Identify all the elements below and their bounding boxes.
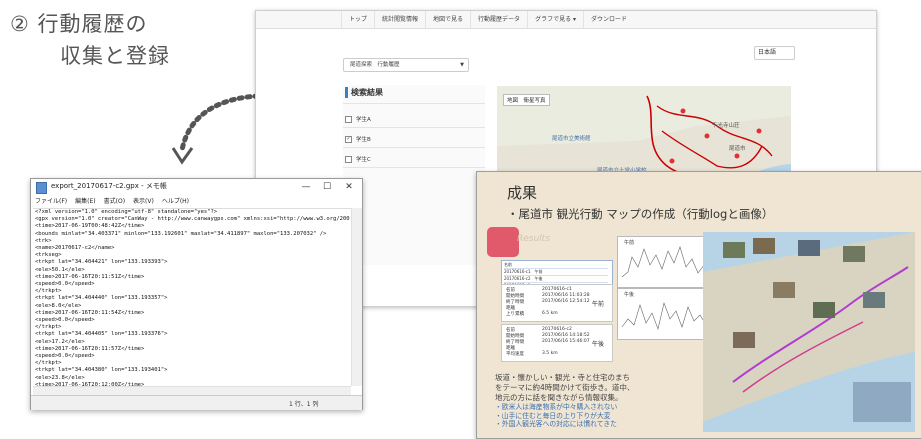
card-tag: 午前 — [591, 301, 604, 308]
notepad-statusbar: 1 行、1 列 — [31, 395, 362, 410]
slide-title: 成果 — [507, 184, 538, 202]
graph-label: 午後 — [624, 292, 635, 298]
map-label: 尾道市 — [729, 146, 746, 152]
finding-line: ・欧米人は海産物系が中々購入されない — [495, 403, 618, 411]
tourism-map — [703, 232, 915, 432]
finding-line: ・山手に住むと毎日の上り下りが大変 — [495, 411, 611, 420]
category-select-value: 尾道探索 行動履歴 — [350, 62, 400, 68]
nav-map[interactable]: 地図で見る — [425, 11, 470, 28]
caret-down-icon: ▼ — [460, 62, 464, 68]
close-button[interactable]: ✕ — [340, 180, 358, 194]
map-label: 尾道市立美術館 — [552, 136, 591, 142]
notepad-text-area[interactable]: <?xml version="1.0" encoding="utf-8" sta… — [33, 208, 351, 387]
card-tag: 午後 — [591, 341, 604, 348]
section-heading-line1: ② 行動履歴の — [10, 12, 148, 36]
nav-top[interactable]: トップ — [341, 11, 374, 28]
notepad-window: export_20170617-c2.gpx - メモ帳 — ☐ ✕ ファイル(… — [30, 178, 363, 410]
maximize-button[interactable]: ☐ — [318, 180, 336, 194]
checkbox-student-b[interactable]: ✓ 学生B — [345, 135, 371, 143]
menu-format[interactable]: 書式(O) — [100, 196, 129, 207]
divider — [343, 103, 485, 104]
card-value: 2017/06/16 11:03:28 — [542, 293, 590, 298]
elevation-graph-pm: 午後 — [617, 288, 711, 340]
finding-line: ・外国人観光客への対応には慣れてきた — [495, 420, 617, 428]
panel-title: 検索結果 — [345, 87, 383, 98]
checkbox-student-c[interactable]: 学生C — [345, 155, 371, 163]
note-line: 地元の方に話を聞きながら情報収集。 — [495, 393, 623, 402]
notepad-title: export_20170617-c2.gpx - メモ帳 — [51, 182, 167, 190]
notepad-menubar: ファイル(F) 編集(E) 書式(O) 表示(V) ヘルプ(H) — [31, 196, 362, 207]
track-info-card-pm: 名前 開始時間 終了時間 距離 平均速度 20170616-c2 2017/06… — [501, 324, 613, 362]
card-value: 2017/06/16 15:46:07 — [542, 339, 590, 344]
nav-download[interactable]: ダウンロード — [582, 11, 634, 28]
menu-view[interactable]: 表示(V) — [129, 196, 158, 207]
card-value: 2017/06/16 14:18:52 — [542, 333, 590, 338]
findings-list: ・欧米人は海産物系が中々購入されない ・山手に住むと毎日の上り下りが大変 ・外国… — [495, 403, 617, 429]
dotted-arrow-icon — [171, 93, 261, 165]
card-field: 上り累積 — [506, 312, 524, 317]
menu-edit[interactable]: 編集(E) — [71, 196, 99, 207]
notepad-app-icon — [36, 182, 47, 194]
note-line: をテーマに約4時間かけて街歩き。道中、 — [495, 383, 635, 392]
vertical-scrollbar[interactable] — [351, 208, 362, 386]
briefcase-icon — [487, 227, 519, 257]
track-info-card-am: 名前 開始時間 終了時間 距離 上り累積 20170616-c1 2017/06… — [501, 284, 613, 322]
divider — [343, 147, 485, 148]
divider — [343, 127, 485, 128]
field-notes: 坂道・懐かしい・観光・寺と住宅のまち をテーマに約4時間かけて街歩き。道中、 地… — [495, 373, 634, 403]
graph-label: 午前 — [624, 240, 635, 246]
nav-behavior-data[interactable]: 行動履歴データ — [470, 11, 527, 28]
horizontal-scrollbar[interactable] — [33, 386, 351, 395]
card-value: 6.5 km — [542, 311, 558, 316]
table-row: 20170616-c2 午後 — [504, 276, 608, 283]
nav-stats[interactable]: 統計閲覧情報 — [374, 11, 425, 28]
map-label: 千光寺山荘 — [712, 123, 740, 129]
category-select[interactable]: 尾道探索 行動履歴 ▼ — [343, 58, 469, 72]
checkbox-label: 学生B — [356, 137, 371, 143]
language-select[interactable]: 日本語 — [754, 46, 795, 60]
search-results-panel: 検索結果 学生A ✓ 学生B 学生C — [343, 85, 485, 265]
cursor-position: 1 行、1 列 — [289, 401, 319, 408]
slide-bullet: ・尾道市 観光行動 マップの作成（行動logと画像） — [507, 207, 774, 221]
menu-file[interactable]: ファイル(F) — [31, 196, 71, 207]
nav-graph[interactable]: グラフで見る ▾ — [527, 11, 583, 28]
section-heading-line2: 収集と登録 — [60, 44, 170, 68]
card-value: 2017/06/16 12:54:12 — [542, 299, 590, 304]
card-value: 20170616-c1 — [542, 287, 572, 292]
card-field: 平均速度 — [506, 352, 524, 357]
results-word: Results — [517, 234, 550, 244]
notepad-titlebar[interactable]: export_20170617-c2.gpx - メモ帳 — ☐ ✕ — [31, 179, 362, 195]
tourism-map-graphic — [703, 232, 915, 422]
results-slide: 成果 ・尾道市 観光行動 マップの作成（行動logと画像） Results 名前… — [476, 171, 921, 439]
checkbox-box-checked[interactable]: ✓ — [345, 136, 352, 143]
menu-help[interactable]: ヘルプ(H) — [158, 196, 193, 207]
top-navbar: トップ 統計閲覧情報 地図で見る 行動履歴データ グラフで見る ▾ ダウンロード — [256, 11, 876, 29]
note-line: 坂道・懐かしい・観光・寺と住宅のまち — [495, 373, 630, 382]
table-row: 20170616-c1 午前 — [504, 269, 608, 276]
checkbox-label: 学生A — [356, 117, 371, 123]
elevation-graph-am: 午前 — [617, 236, 711, 288]
checkbox-student-a[interactable]: 学生A — [345, 115, 371, 123]
table-row: 名前 — [504, 262, 608, 269]
card-value: 3.5 km — [542, 351, 558, 356]
divider — [343, 167, 485, 168]
minimize-button[interactable]: — — [297, 180, 315, 194]
card-value: 20170616-c2 — [542, 327, 572, 332]
checkbox-box[interactable] — [345, 156, 352, 163]
checkbox-label: 学生C — [356, 157, 371, 163]
map-type-toggle[interactable]: 地図 衛星写真 — [503, 94, 550, 106]
checkbox-box[interactable] — [345, 116, 352, 123]
